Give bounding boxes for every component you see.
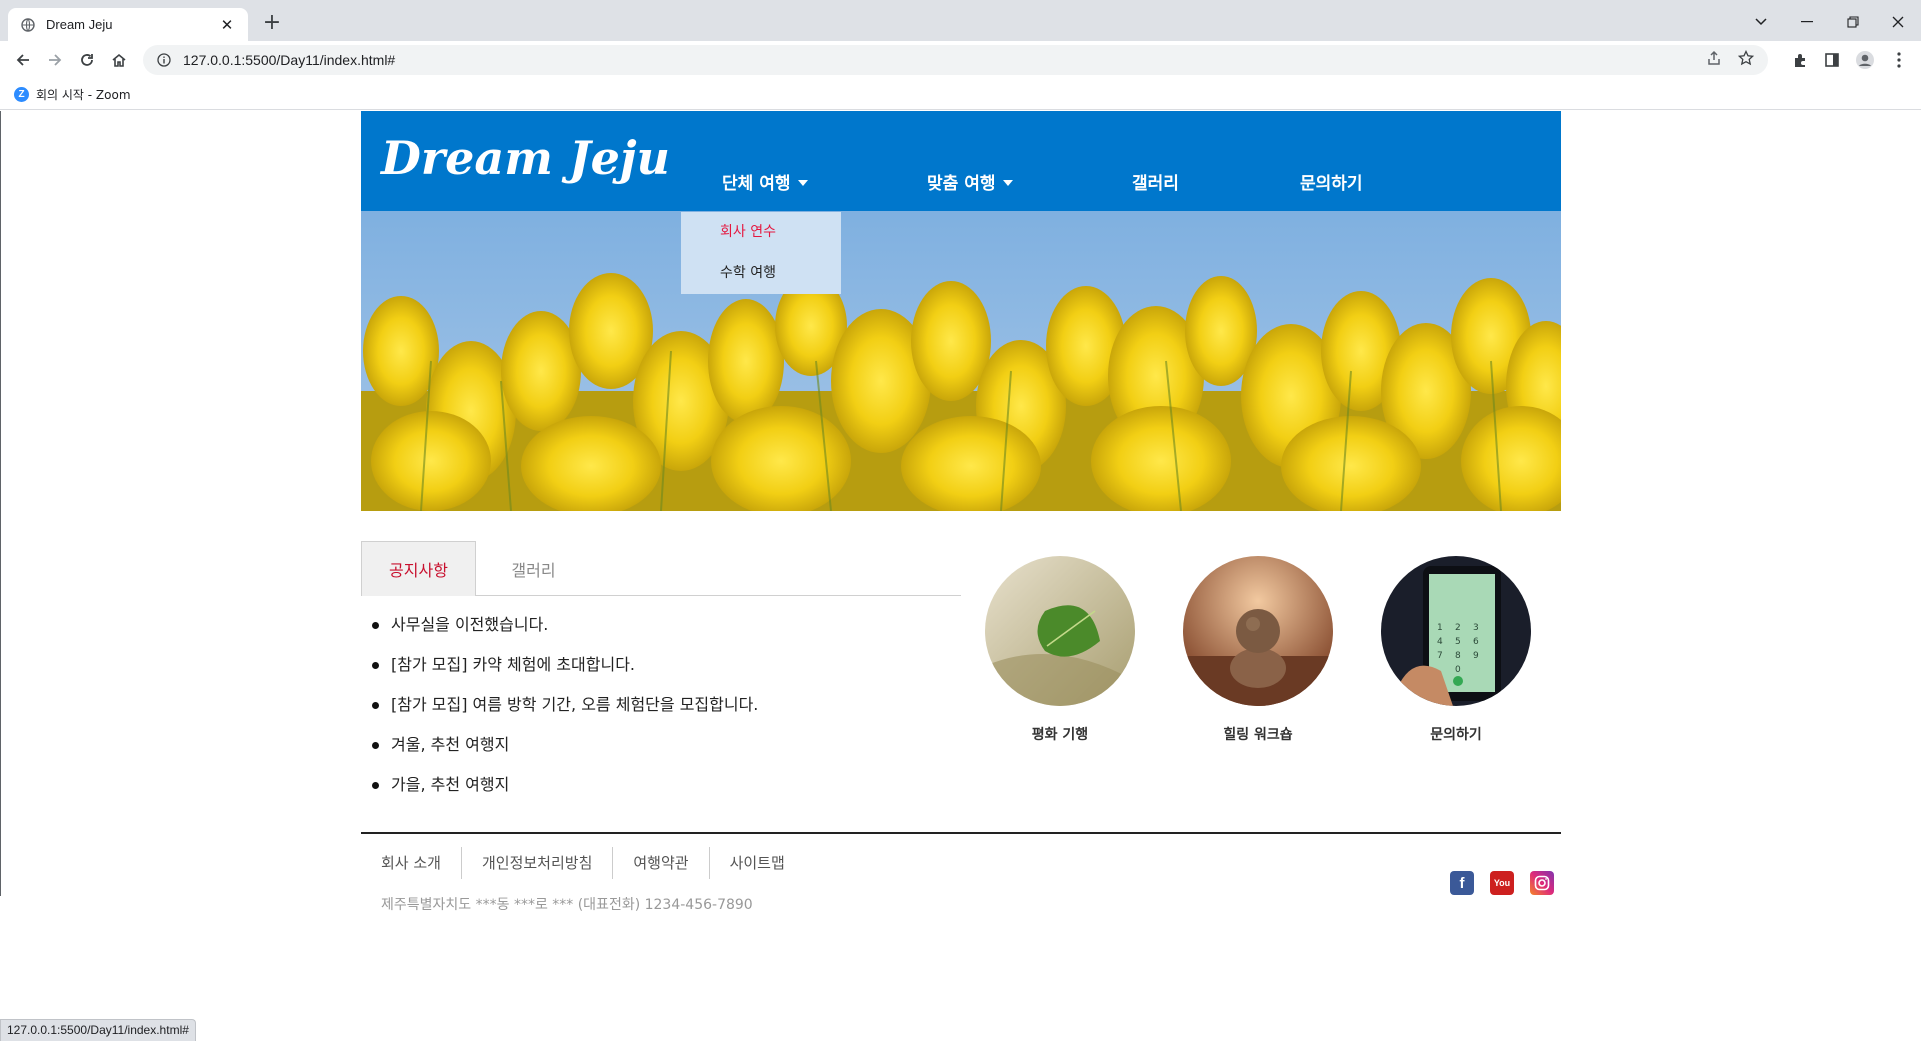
card-contact[interactable]: 1 2 3 4 5 6 7 8 9 0 문의하기	[1381, 556, 1531, 744]
tab-notice[interactable]: 공지사항	[361, 541, 476, 596]
nav-contact[interactable]: 문의하기	[1300, 169, 1363, 194]
phone-in-hand-image: 1 2 3 4 5 6 7 8 9 0	[1381, 556, 1531, 706]
svg-text:1: 1	[1437, 623, 1443, 633]
viewport-left-edge	[0, 111, 1, 896]
site-header: Dream Jeju 단체 여행 맞춤 여행 갤러리 문의하기	[361, 111, 1561, 211]
svg-text:0: 0	[1455, 665, 1461, 675]
tab-close-icon[interactable]: ✕	[218, 16, 236, 34]
address-bar[interactable]: 127.0.0.1:5500/Day11/index.html#	[143, 45, 1768, 75]
dropdown-item-company-training[interactable]: 회사 연수	[681, 222, 841, 263]
svg-text:2: 2	[1455, 623, 1461, 633]
nav-gallery[interactable]: 갤러리	[1132, 169, 1179, 194]
footer-links: 회사 소개 개인정보처리방침 여행약관 사이트맵	[361, 847, 805, 879]
tab-title: Dream Jeju	[46, 17, 113, 32]
footer-link-terms[interactable]: 여행약관	[612, 847, 708, 879]
footer-divider	[361, 832, 1561, 834]
card-healing-workshop[interactable]: 힐링 워크숍	[1183, 556, 1333, 744]
nav-dropdown-menu: 회사 연수 수학 여행	[681, 212, 841, 294]
card-label: 힐링 워크숍	[1223, 727, 1293, 743]
minimize-button[interactable]	[1784, 8, 1830, 36]
facebook-icon[interactable]: f	[1450, 871, 1474, 895]
bookmark-star-icon[interactable]	[1737, 49, 1755, 70]
reload-button[interactable]	[72, 45, 102, 75]
zoom-icon: Z	[14, 86, 29, 102]
site-info-icon[interactable]	[155, 51, 173, 69]
svg-text:9: 9	[1473, 651, 1479, 661]
content-tabs: 공지사항 갤러리	[361, 541, 961, 596]
notice-item[interactable]: 사무실을 이전했습니다.	[361, 613, 961, 653]
nav-label: 갤러리	[1132, 174, 1179, 194]
menu-kebab-icon[interactable]	[1884, 45, 1914, 75]
hero-banner-canola-field	[361, 211, 1561, 511]
youtube-icon[interactable]: You	[1490, 871, 1514, 895]
svg-text:5: 5	[1455, 637, 1461, 647]
page-viewport: Dream Jeju 단체 여행 맞춤 여행 갤러리 문의하기 회사 연수 수학…	[0, 111, 1921, 1011]
close-window-button[interactable]	[1875, 8, 1921, 36]
share-icon[interactable]	[1706, 50, 1722, 70]
url-text: 127.0.0.1:5500/Day11/index.html#	[183, 52, 396, 68]
forward-button[interactable]	[40, 45, 70, 75]
notice-item[interactable]: 가을, 추천 여행지	[361, 773, 961, 813]
tab-search-icon[interactable]	[1738, 8, 1784, 36]
browser-tabstrip: Dream Jeju ✕ +	[0, 0, 1921, 41]
bookmarks-bar: Z 회의 시작 - Zoom	[0, 79, 1921, 110]
tab-gallery[interactable]: 갤러리	[476, 541, 591, 596]
svg-text:6: 6	[1473, 637, 1479, 647]
notice-item[interactable]: [참가 모집] 카약 체험에 초대합니다.	[361, 653, 961, 693]
restore-button[interactable]	[1830, 8, 1876, 36]
nav-label: 문의하기	[1300, 174, 1363, 194]
footer-link-privacy[interactable]: 개인정보처리방침	[460, 847, 612, 879]
new-tab-button[interactable]: +	[258, 10, 286, 38]
svg-text:7: 7	[1437, 651, 1443, 661]
dropdown-item-school-trip[interactable]: 수학 여행	[681, 263, 841, 304]
card-peace-trip[interactable]: 평화 기행	[985, 556, 1135, 744]
notice-item[interactable]: 겨울, 추천 여행지	[361, 733, 961, 773]
bookmark-zoom[interactable]: 회의 시작 - Zoom	[36, 86, 131, 103]
extensions-icon[interactable]	[1785, 45, 1815, 75]
footer-link-about[interactable]: 회사 소개	[361, 847, 461, 879]
side-panel-icon[interactable]	[1817, 45, 1847, 75]
svg-text:8: 8	[1455, 651, 1461, 661]
nav-label: 맞춤 여행	[927, 174, 996, 194]
footer-link-sitemap[interactable]: 사이트맵	[708, 847, 805, 879]
stacked-stones-image	[1183, 556, 1333, 706]
browser-tab[interactable]: Dream Jeju ✕	[8, 8, 248, 41]
caret-down-icon	[1003, 180, 1014, 186]
notice-list: 사무실을 이전했습니다. [참가 모집] 카약 체험에 초대합니다. [참가 모…	[361, 613, 961, 813]
svg-text:3: 3	[1473, 623, 1479, 633]
profile-avatar-icon[interactable]	[1850, 45, 1880, 75]
card-label: 문의하기	[1430, 727, 1482, 743]
nav-custom-travel[interactable]: 맞춤 여행	[927, 169, 1014, 194]
instagram-icon[interactable]	[1530, 871, 1554, 895]
status-url-bubble: 127.0.0.1:5500/Day11/index.html#	[0, 1019, 196, 1041]
home-button[interactable]	[104, 45, 134, 75]
card-label: 평화 기행	[1031, 727, 1089, 743]
nav-group-travel[interactable]: 단체 여행	[722, 169, 809, 194]
leaf-on-sand-image	[985, 556, 1135, 706]
svg-text:4: 4	[1437, 637, 1443, 647]
back-button[interactable]	[8, 45, 38, 75]
globe-icon	[20, 17, 36, 33]
footer-address: 제주특별자치도 ***동 ***로 *** (대표전화) 1234-456-78…	[381, 897, 753, 913]
nav-label: 단체 여행	[722, 174, 791, 194]
caret-down-icon	[798, 180, 809, 186]
site-logo[interactable]: Dream Jeju	[381, 131, 670, 185]
notice-item[interactable]: [참가 모집] 여름 방학 기간, 오름 체험단을 모집합니다.	[361, 693, 961, 733]
browser-toolbar: 127.0.0.1:5500/Day11/index.html#	[0, 41, 1921, 79]
